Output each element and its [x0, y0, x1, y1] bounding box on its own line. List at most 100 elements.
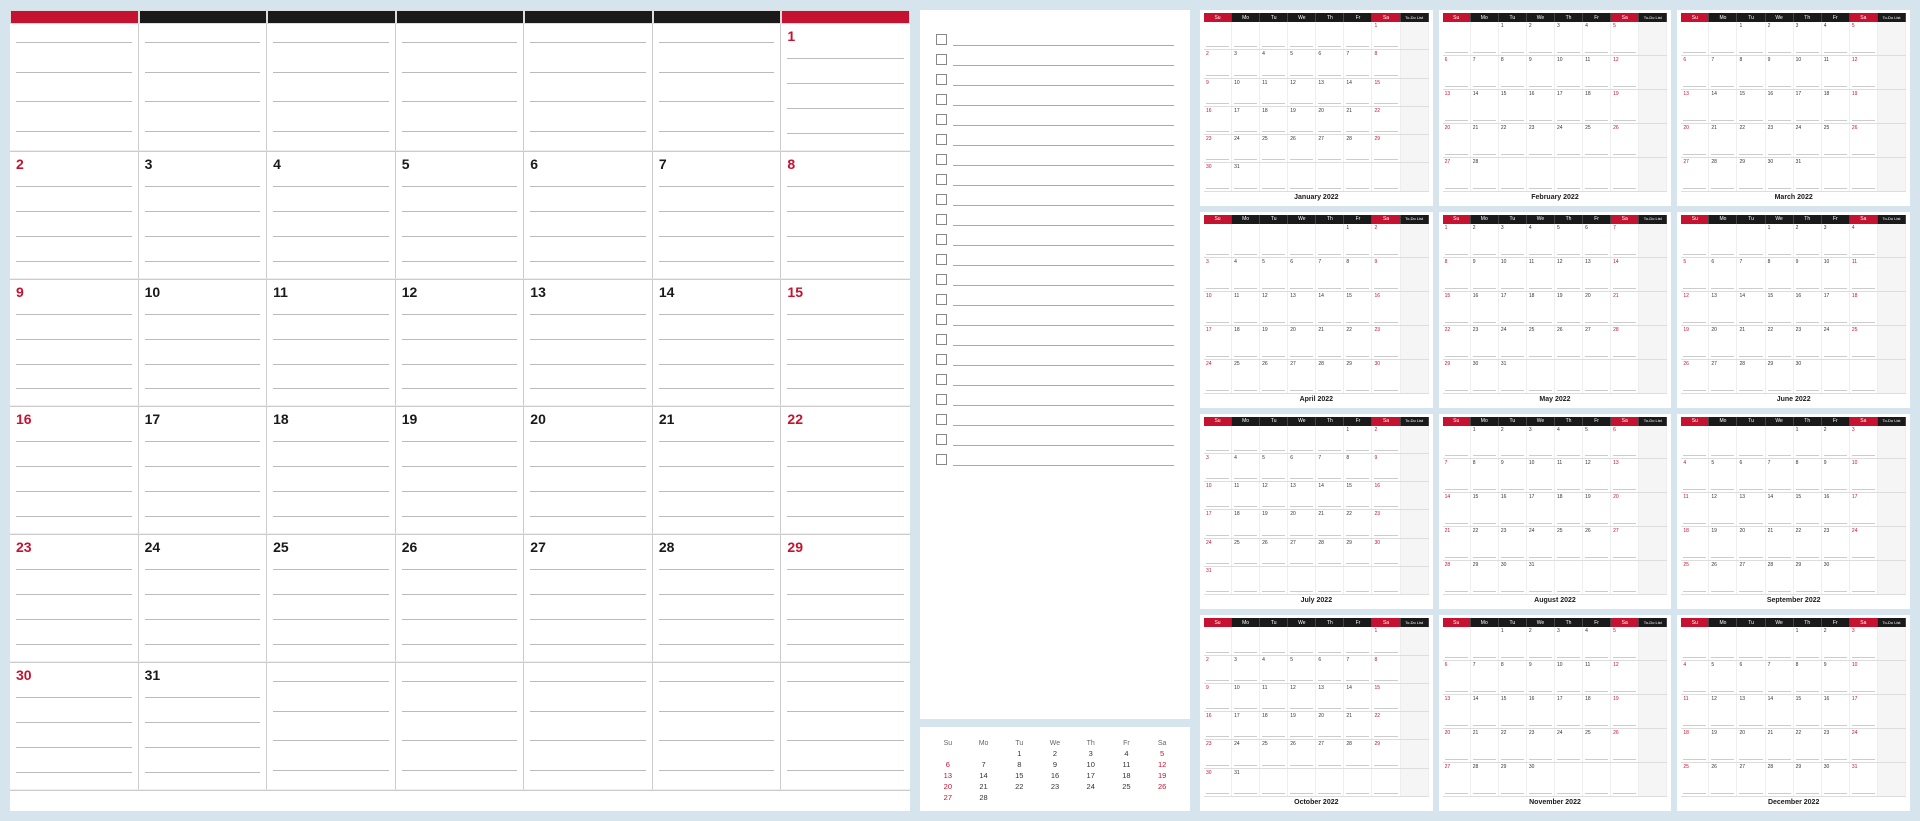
thumb-cell-line — [1262, 490, 1285, 507]
thumb-cell: 18 — [1583, 695, 1611, 728]
thumb-cell-line — [1796, 635, 1819, 658]
cell-line — [145, 261, 261, 262]
thumb-header-cell: Tu — [1260, 215, 1288, 224]
thumb-cell: 28 — [1766, 763, 1794, 796]
todo-checkbox[interactable] — [936, 314, 947, 325]
todo-checkbox[interactable] — [936, 414, 947, 425]
todo-checkbox[interactable] — [936, 154, 947, 165]
cell-line — [273, 516, 389, 517]
cell-line — [659, 711, 775, 712]
thumb-cell: 14 — [1316, 482, 1344, 509]
cell-line — [787, 388, 904, 389]
thumb-cell-line — [1262, 428, 1285, 451]
thumb-cell-line — [1501, 434, 1524, 457]
thumb-cell-line — [1613, 64, 1636, 87]
thumb-cell: 16 — [1822, 695, 1850, 728]
todo-checkbox[interactable] — [936, 354, 947, 365]
thumb-cell-line — [1473, 467, 1496, 490]
thumb-cell: 13 — [1316, 684, 1344, 711]
todo-item — [936, 192, 1174, 206]
thumb-header-cell: Fr — [1822, 215, 1850, 224]
cell-line — [273, 594, 389, 595]
thumb-cell-line — [1711, 703, 1734, 726]
thumb-cell-line — [1824, 132, 1847, 155]
cell-line — [530, 388, 646, 389]
todo-checkbox[interactable] — [936, 294, 947, 305]
cell-line — [16, 722, 132, 723]
cell-line — [145, 747, 261, 748]
todo-line — [953, 372, 1174, 386]
todo-checkbox[interactable] — [936, 34, 947, 45]
thumb-cell: 26 — [1555, 326, 1583, 359]
thumb-todo-cell — [1878, 360, 1906, 393]
todo-checkbox[interactable] — [936, 134, 947, 145]
thumb-footer-title: October 2022 — [1204, 797, 1429, 808]
todo-checkbox[interactable] — [936, 174, 947, 185]
todo-item — [936, 72, 1174, 86]
todo-checkbox[interactable] — [936, 254, 947, 265]
todo-checkbox[interactable] — [936, 214, 947, 225]
todo-item — [936, 132, 1174, 146]
thumb-todo-cell — [1401, 740, 1429, 767]
todo-checkbox[interactable] — [936, 394, 947, 405]
todo-checkbox[interactable] — [936, 54, 947, 65]
thumb-cell-line — [1374, 720, 1397, 737]
thumb-cell: 11 — [1232, 292, 1260, 325]
thumb-cell: 16 — [1822, 493, 1850, 526]
todo-checkbox[interactable] — [936, 334, 947, 345]
thumb-week: 10111213141516 — [1204, 482, 1429, 510]
thumb-todo-cell — [1639, 459, 1667, 492]
mini-cal-day: 16 — [1037, 770, 1073, 781]
todo-checkbox[interactable] — [936, 114, 947, 125]
todo-checkbox[interactable] — [936, 94, 947, 105]
todo-line — [953, 272, 1174, 286]
thumb-cell: 5 — [1611, 22, 1639, 55]
thumb-cell-line — [1290, 518, 1313, 535]
thumb-week: 13141516171819 — [1443, 90, 1668, 124]
thumb-cell-line — [1529, 771, 1552, 794]
todo-checkbox[interactable] — [936, 434, 947, 445]
calendar-week-4: 23242526272829 — [10, 535, 910, 663]
thumb-cell-line — [1318, 547, 1341, 564]
thumb-header-cell: Su — [1681, 618, 1709, 627]
cell-line — [787, 83, 904, 84]
todo-line — [953, 72, 1174, 86]
thumb-cell: 18 — [1527, 292, 1555, 325]
month-thumb-1: SuMoTuWeThFrSaTo-Do List1234567891011121… — [1200, 10, 1433, 206]
thumb-cell: 3 — [1204, 454, 1232, 481]
cell-lines — [530, 557, 646, 657]
thumb-cell-line — [1473, 334, 1496, 357]
todo-checkbox[interactable] — [936, 74, 947, 85]
todo-checkbox[interactable] — [936, 234, 947, 245]
todo-checkbox[interactable] — [936, 194, 947, 205]
thumb-week: 6789101112 — [1443, 56, 1668, 90]
thumb-week: 12345 — [1443, 22, 1668, 56]
thumb-cell-line — [1768, 300, 1791, 323]
thumb-header-cell: To-Do List — [1401, 13, 1429, 22]
mini-cal-day: 8 — [1001, 759, 1037, 770]
thumb-cell-line — [1206, 115, 1229, 132]
todo-checkbox[interactable] — [936, 454, 947, 465]
cell-line — [145, 722, 261, 723]
mini-cal-day: 26 — [1144, 781, 1180, 792]
thumb-cell — [1822, 360, 1850, 393]
thumb-week: 1234 — [1681, 224, 1906, 258]
calendar-cell: 31 — [139, 663, 268, 790]
thumb-cell-line — [1557, 765, 1580, 794]
thumb-cell-line — [1445, 569, 1468, 592]
todo-checkbox[interactable] — [936, 374, 947, 385]
thumb-header-cell: Th — [1555, 417, 1583, 426]
thumb-cell: 20 — [1288, 326, 1316, 359]
thumb-week: 11121314151617 — [1681, 695, 1906, 729]
thumb-cell-line — [1318, 518, 1341, 535]
mini-cal-day: 14 — [966, 770, 1002, 781]
thumb-cell: 6 — [1611, 426, 1639, 459]
thumb-cell — [1611, 763, 1639, 796]
cell-line — [787, 711, 904, 712]
thumb-cell: 26 — [1611, 729, 1639, 762]
thumb-cell-line — [1529, 635, 1552, 658]
mini-cal-header: We — [1037, 739, 1073, 748]
todo-checkbox[interactable] — [936, 274, 947, 285]
thumb-cell — [1527, 360, 1555, 393]
thumb-cell: 4 — [1681, 459, 1709, 492]
